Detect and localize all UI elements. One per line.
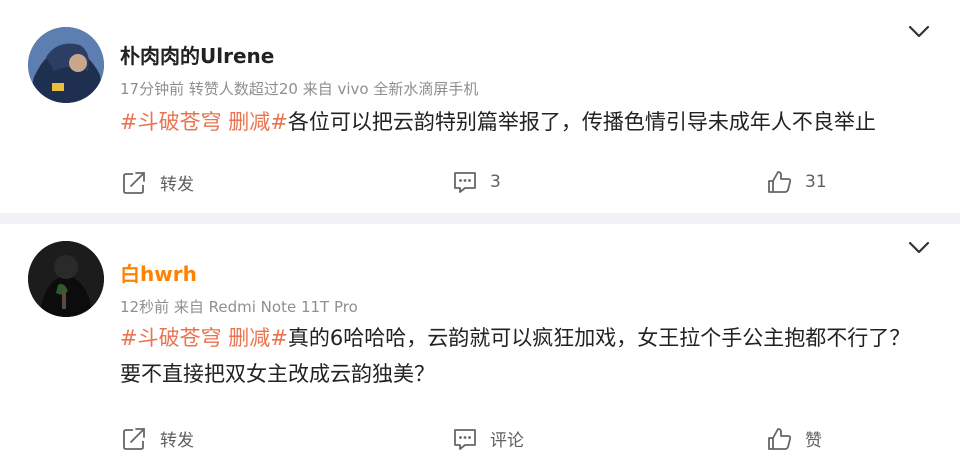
- post-content: #斗破苍穹 删减#各位可以把云韵特别篇举报了，传播色情引导未成年人不良举止: [120, 104, 940, 140]
- repost-label: 转发: [160, 175, 194, 195]
- avatar-image: [28, 27, 104, 103]
- topic-tag[interactable]: #斗破苍穹 删减#: [120, 326, 288, 350]
- avatar[interactable]: [28, 241, 104, 317]
- comment-button[interactable]: 3: [452, 170, 501, 194]
- like-button[interactable]: 31: [767, 170, 827, 194]
- post-meta: 12秒前 来自 Redmi Note 11T Pro: [120, 298, 358, 316]
- repost-button[interactable]: 转发: [122, 170, 194, 195]
- comment-button[interactable]: 评论: [452, 426, 524, 451]
- weibo-post: 白hwrh #斗破苍穹 删减#真的6哈哈哈，云韵就可以疯狂加戏，女王拉个手公主抱…: [0, 224, 960, 464]
- username[interactable]: 朴肉肉的Ulrene: [120, 40, 274, 69]
- post-text: 各位可以把云韵特别篇举报了，传播色情引导未成年人不良举止: [287, 110, 876, 134]
- repost-label: 转发: [160, 431, 194, 451]
- post-separator: [0, 213, 960, 224]
- comment-icon: [454, 428, 476, 450]
- comment-icon: [454, 172, 476, 193]
- like-count: 31: [805, 172, 827, 192]
- like-icon: [768, 171, 792, 193]
- repost-button[interactable]: 转发: [122, 426, 194, 451]
- comment-count: 3: [490, 172, 501, 192]
- username[interactable]: 白hwrh: [120, 258, 197, 287]
- like-label: 赞: [805, 431, 822, 451]
- avatar[interactable]: [28, 27, 104, 103]
- chevron-down-icon[interactable]: [908, 240, 930, 254]
- post-content: #斗破苍穹 删减#真的6哈哈哈，云韵就可以疯狂加戏，女王拉个手公主抱都不行了？ 要…: [120, 320, 940, 392]
- avatar-image: [28, 241, 104, 317]
- like-button[interactable]: 赞: [767, 426, 822, 451]
- chevron-down-icon[interactable]: [908, 24, 930, 38]
- like-icon: [768, 427, 792, 450]
- repost-icon: [123, 427, 145, 450]
- weibo-post: 朴肉肉的Ulrene 17分钟前 转赞人数超过20 来自 vivo 全新水滴屏手…: [0, 0, 960, 213]
- topic-tag[interactable]: #斗破苍穹 删减#: [120, 110, 288, 134]
- post-meta: 17分钟前 转赞人数超过20 来自 vivo 全新水滴屏手机: [120, 80, 479, 98]
- repost-icon: [123, 171, 145, 194]
- post-text-line1: 真的6哈哈哈，云韵就可以疯狂加戏，女王拉个手公主抱都不行了？: [287, 326, 911, 350]
- post-text-line2: 要不直接把双女主改成云韵独美？: [120, 362, 435, 386]
- comment-label: 评论: [490, 431, 524, 451]
